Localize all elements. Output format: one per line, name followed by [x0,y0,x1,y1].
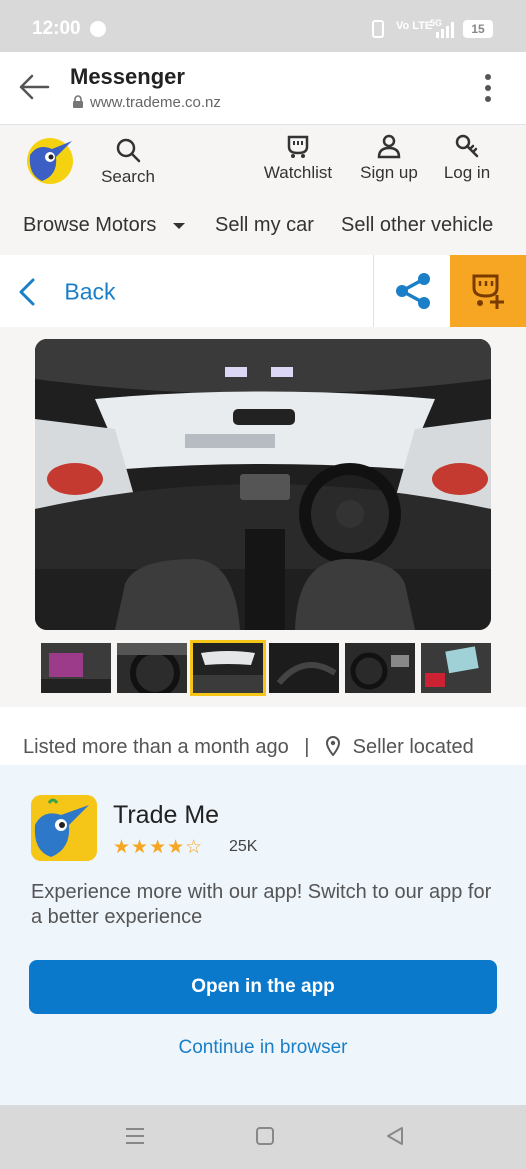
vibrate-icon [372,20,384,38]
listing-meta: Listed more than a month ago | Seller lo… [23,735,474,759]
status-bar: 12:00 Vo LTE 5G 15 [0,0,526,52]
sell-other-vehicle-link[interactable]: Sell other vehicle [341,214,493,237]
seller-location: Seller located [352,736,474,758]
system-navigation-bar [0,1105,526,1169]
search-icon [116,138,141,163]
chevron-down-icon [172,223,185,229]
browser-url: www.trademe.co.nz [90,94,221,111]
back-label: Back [64,278,116,305]
site-navigation: Search Watchlist Sign up Log in Browse M… [0,124,526,255]
category-row: Browse Motors Sell my car Sell other veh… [0,209,526,249]
back-arrow-icon[interactable] [18,72,50,102]
search-nav-button[interactable]: Search [92,137,164,187]
login-nav-label: Log in [443,163,491,182]
back-nav-icon[interactable] [385,1126,405,1146]
photo-gallery [0,327,526,707]
back-button[interactable]: Back [18,277,116,306]
main-listing-photo[interactable] [35,339,491,630]
sell-my-car-link[interactable]: Sell my car [215,214,314,237]
status-time: 12:00 [32,18,81,39]
thumbnail-sticker [421,643,491,693]
browser-header: Messenger www.trademe.co.nz [0,52,526,124]
signup-nav-button[interactable]: Sign up [353,133,425,183]
home-icon[interactable] [256,1127,274,1145]
gallery-thumbnail-selected[interactable] [190,640,266,696]
watchlist-add-icon [472,274,504,309]
app-name: Trade Me [113,801,220,829]
listed-time: Listed more than a month ago [23,736,289,758]
promo-description: Experience more with our app! Switch to … [31,881,492,928]
location-pin-icon [326,735,341,757]
gallery-thumbnail[interactable] [345,643,415,693]
browser-title: Messenger [70,64,185,89]
signal-icon [436,22,454,38]
user-icon [377,134,401,159]
gallery-thumbnail[interactable] [41,643,111,693]
thumbnail-interior [193,643,263,693]
gallery-thumbnail[interactable] [269,643,339,693]
more-options-icon[interactable] [480,72,496,104]
signup-nav-label: Sign up [360,163,418,182]
watchlist-icon [287,135,309,158]
messenger-notification-icon [90,21,106,37]
thumbnail-steering-wheel [117,643,187,693]
listing-toolbar: Back [0,255,526,328]
lock-icon [73,95,83,108]
thumbnail-cockpit [345,643,415,693]
recent-apps-icon[interactable] [125,1127,145,1145]
battery-level: 15 [471,22,485,36]
meta-separator: | [304,736,310,758]
login-nav-button[interactable]: Log in [434,133,500,183]
browse-motors-dropdown[interactable]: Browse Motors [23,214,186,237]
rating-count: 25K [229,838,258,855]
rating-stars: ★★★★☆ [113,837,204,858]
volte-label: Vo LTE [396,20,433,32]
continue-in-browser-link[interactable]: Continue in browser [0,1037,526,1059]
app-promo-banner: Trade Me ★★★★☆ 25K Experience more with … [0,765,526,1105]
watchlist-nav-button[interactable]: Watchlist [255,133,341,183]
kiwi-app-icon [31,795,97,861]
add-to-watchlist-button[interactable] [450,255,526,327]
thumbnail-seat [269,643,339,693]
search-nav-label: Search [101,167,155,186]
gallery-thumbnail[interactable] [421,643,491,693]
browse-motors-label: Browse Motors [23,214,157,236]
car-interior-photo [35,339,491,630]
share-icon [396,273,430,309]
open-in-app-button[interactable]: Open in the app [29,960,497,1014]
trademe-kiwi-logo[interactable] [24,135,76,187]
thumbnail-dashboard-screen [41,643,111,693]
key-icon [455,134,479,158]
gallery-thumbnail[interactable] [117,643,187,693]
battery-icon: 15 [463,20,493,38]
share-button[interactable] [373,255,450,327]
chevron-left-icon [19,278,35,306]
app-icon [31,795,97,861]
watchlist-nav-label: Watchlist [263,163,333,182]
